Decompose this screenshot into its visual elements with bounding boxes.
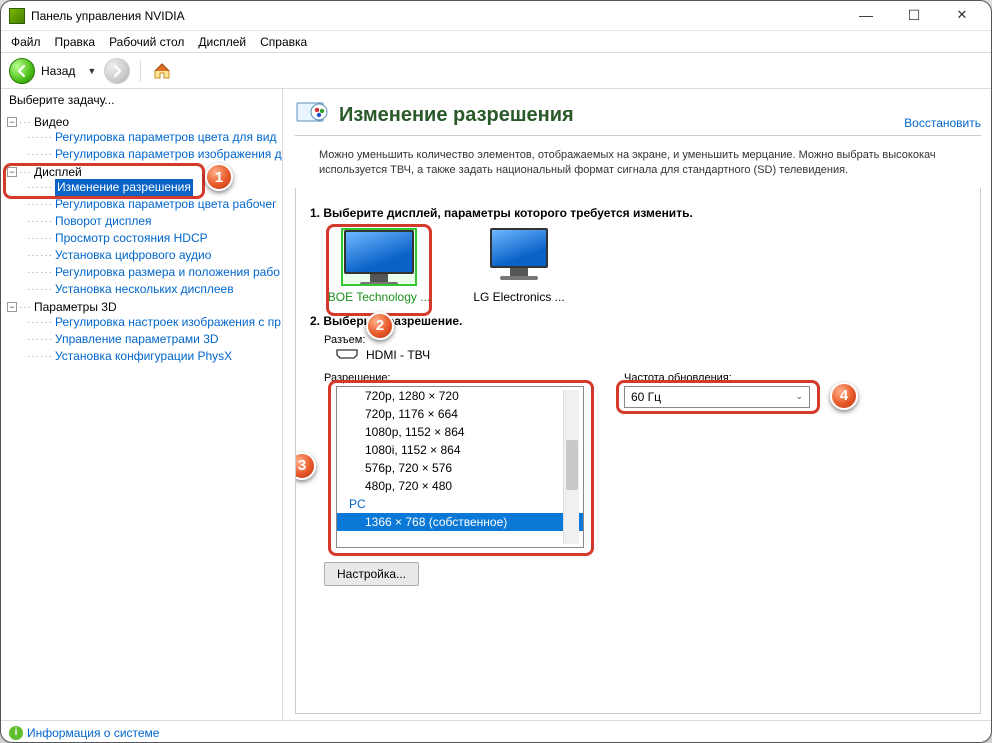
forward-button[interactable]: [104, 58, 130, 84]
annotation-badge-2: 2: [366, 312, 394, 340]
refresh-label: Частота обновления:: [624, 372, 810, 384]
resolution-item[interactable]: 720p, 1280 × 720: [337, 387, 583, 405]
connector-label: Разъем:: [324, 334, 966, 346]
info-icon: i: [9, 726, 23, 740]
content-pane: Изменение разрешения Восстановить Можно …: [283, 89, 991, 720]
monitor-icon: [341, 228, 417, 286]
app-icon: [9, 8, 25, 24]
system-info-link[interactable]: Информация о системе: [27, 726, 159, 740]
nav-digital-audio[interactable]: Установка цифрового аудио: [55, 247, 211, 264]
menu-display[interactable]: Дисплей: [198, 35, 246, 49]
cat-display: Дисплей: [34, 165, 82, 179]
connector-value: HDMI - ТВЧ: [366, 348, 430, 362]
resolution-item[interactable]: 1080p, 1152 × 864: [337, 423, 583, 441]
window-title: Панель управления NVIDIA: [31, 9, 851, 23]
chevron-down-icon: ⌄: [795, 391, 803, 402]
tree-toggle[interactable]: −: [7, 302, 17, 312]
tree-toggle[interactable]: −: [7, 117, 17, 127]
refresh-rate-select[interactable]: 60 Гц ⌄: [624, 386, 810, 408]
sidebar: Выберите задачу... −···Видео ······Регул…: [1, 89, 283, 720]
resolution-item[interactable]: 1080i, 1152 × 864: [337, 441, 583, 459]
resolution-label: Разрешение:: [324, 372, 584, 384]
monitor-icon: [481, 228, 557, 286]
resolution-item-selected[interactable]: 1366 × 768 (собственное): [337, 513, 583, 531]
cat-3d: Параметры 3D: [34, 300, 117, 314]
tree-toggle[interactable]: −: [7, 167, 17, 177]
annotation-badge-1: 1: [205, 163, 233, 191]
resolution-group-pc: PC: [337, 495, 583, 513]
scrollbar[interactable]: [563, 390, 579, 544]
resolution-item[interactable]: 576p, 720 × 576: [337, 459, 583, 477]
display-boe[interactable]: BOE Technology ...: [324, 228, 434, 304]
menu-edit[interactable]: Правка: [55, 35, 96, 49]
nav-rotate[interactable]: Поворот дисплея: [55, 213, 152, 230]
back-dropdown[interactable]: ▼: [83, 66, 100, 76]
page-title: Изменение разрешения: [339, 104, 904, 127]
nav-3d-image[interactable]: Регулировка настроек изображения с пр: [55, 314, 281, 331]
nav-change-resolution[interactable]: Изменение разрешения: [55, 179, 193, 196]
nav-physx[interactable]: Установка конфигурации PhysX: [55, 348, 232, 365]
back-button[interactable]: [9, 58, 35, 84]
menubar: Файл Правка Рабочий стол Дисплей Справка: [1, 31, 991, 53]
nav-hdcp[interactable]: Просмотр состояния HDCP: [55, 230, 208, 247]
maximize-button[interactable]: ☐: [899, 7, 929, 24]
nav-size-position[interactable]: Регулировка размера и положения рабо: [55, 264, 280, 281]
annotation-badge-3: 3: [295, 452, 316, 480]
resolution-item[interactable]: 480p, 720 × 480: [337, 477, 583, 495]
statusbar: i Информация о системе: [1, 720, 991, 743]
refresh-value: 60 Гц: [631, 390, 661, 404]
display-lg[interactable]: LG Electronics ...: [464, 228, 574, 304]
close-button[interactable]: ✕: [947, 7, 977, 24]
display-label: LG Electronics ...: [464, 290, 574, 304]
menu-desktop[interactable]: Рабочий стол: [109, 35, 184, 49]
cat-video: Видео: [34, 115, 69, 129]
resolution-item[interactable]: 720p, 1176 × 664: [337, 405, 583, 423]
nav-desktop-color[interactable]: Регулировка параметров цвета рабочег: [55, 196, 277, 213]
step2-title: 2. Выберите разрешение.: [310, 314, 966, 328]
menu-help[interactable]: Справка: [260, 35, 307, 49]
nav-3d-manage[interactable]: Управление параметрами 3D: [55, 331, 219, 348]
page-description: Можно уменьшить количество элементов, от…: [319, 148, 977, 178]
nav-tree: −···Видео ······Регулировка параметров ц…: [1, 111, 282, 720]
display-label: BOE Technology ...: [324, 290, 434, 304]
customize-button[interactable]: Настройка...: [324, 562, 419, 586]
annotation-badge-4: 4: [830, 382, 858, 410]
home-button[interactable]: [151, 60, 173, 82]
settings-panel: 1. Выберите дисплей, параметры которого …: [295, 188, 981, 714]
hdmi-icon: [336, 348, 358, 362]
nav-multi-display[interactable]: Установка нескольких дисплеев: [55, 281, 234, 298]
task-label: Выберите задачу...: [1, 89, 282, 111]
titlebar: Панель управления NVIDIA — ☐ ✕: [1, 1, 991, 31]
resolution-list[interactable]: 720p, 1280 × 720 720p, 1176 × 664 1080p,…: [336, 386, 584, 548]
nav-video-color[interactable]: Регулировка параметров цвета для вид: [55, 129, 276, 146]
menu-file[interactable]: Файл: [11, 35, 41, 49]
back-label: Назад: [41, 64, 75, 78]
minimize-button[interactable]: —: [851, 7, 881, 24]
step1-title: 1. Выберите дисплей, параметры которого …: [310, 206, 966, 220]
restore-link[interactable]: Восстановить: [904, 116, 981, 130]
toolbar: Назад ▼: [1, 53, 991, 89]
nav-video-image[interactable]: Регулировка параметров изображения д: [55, 146, 282, 163]
page-icon: [295, 97, 331, 133]
